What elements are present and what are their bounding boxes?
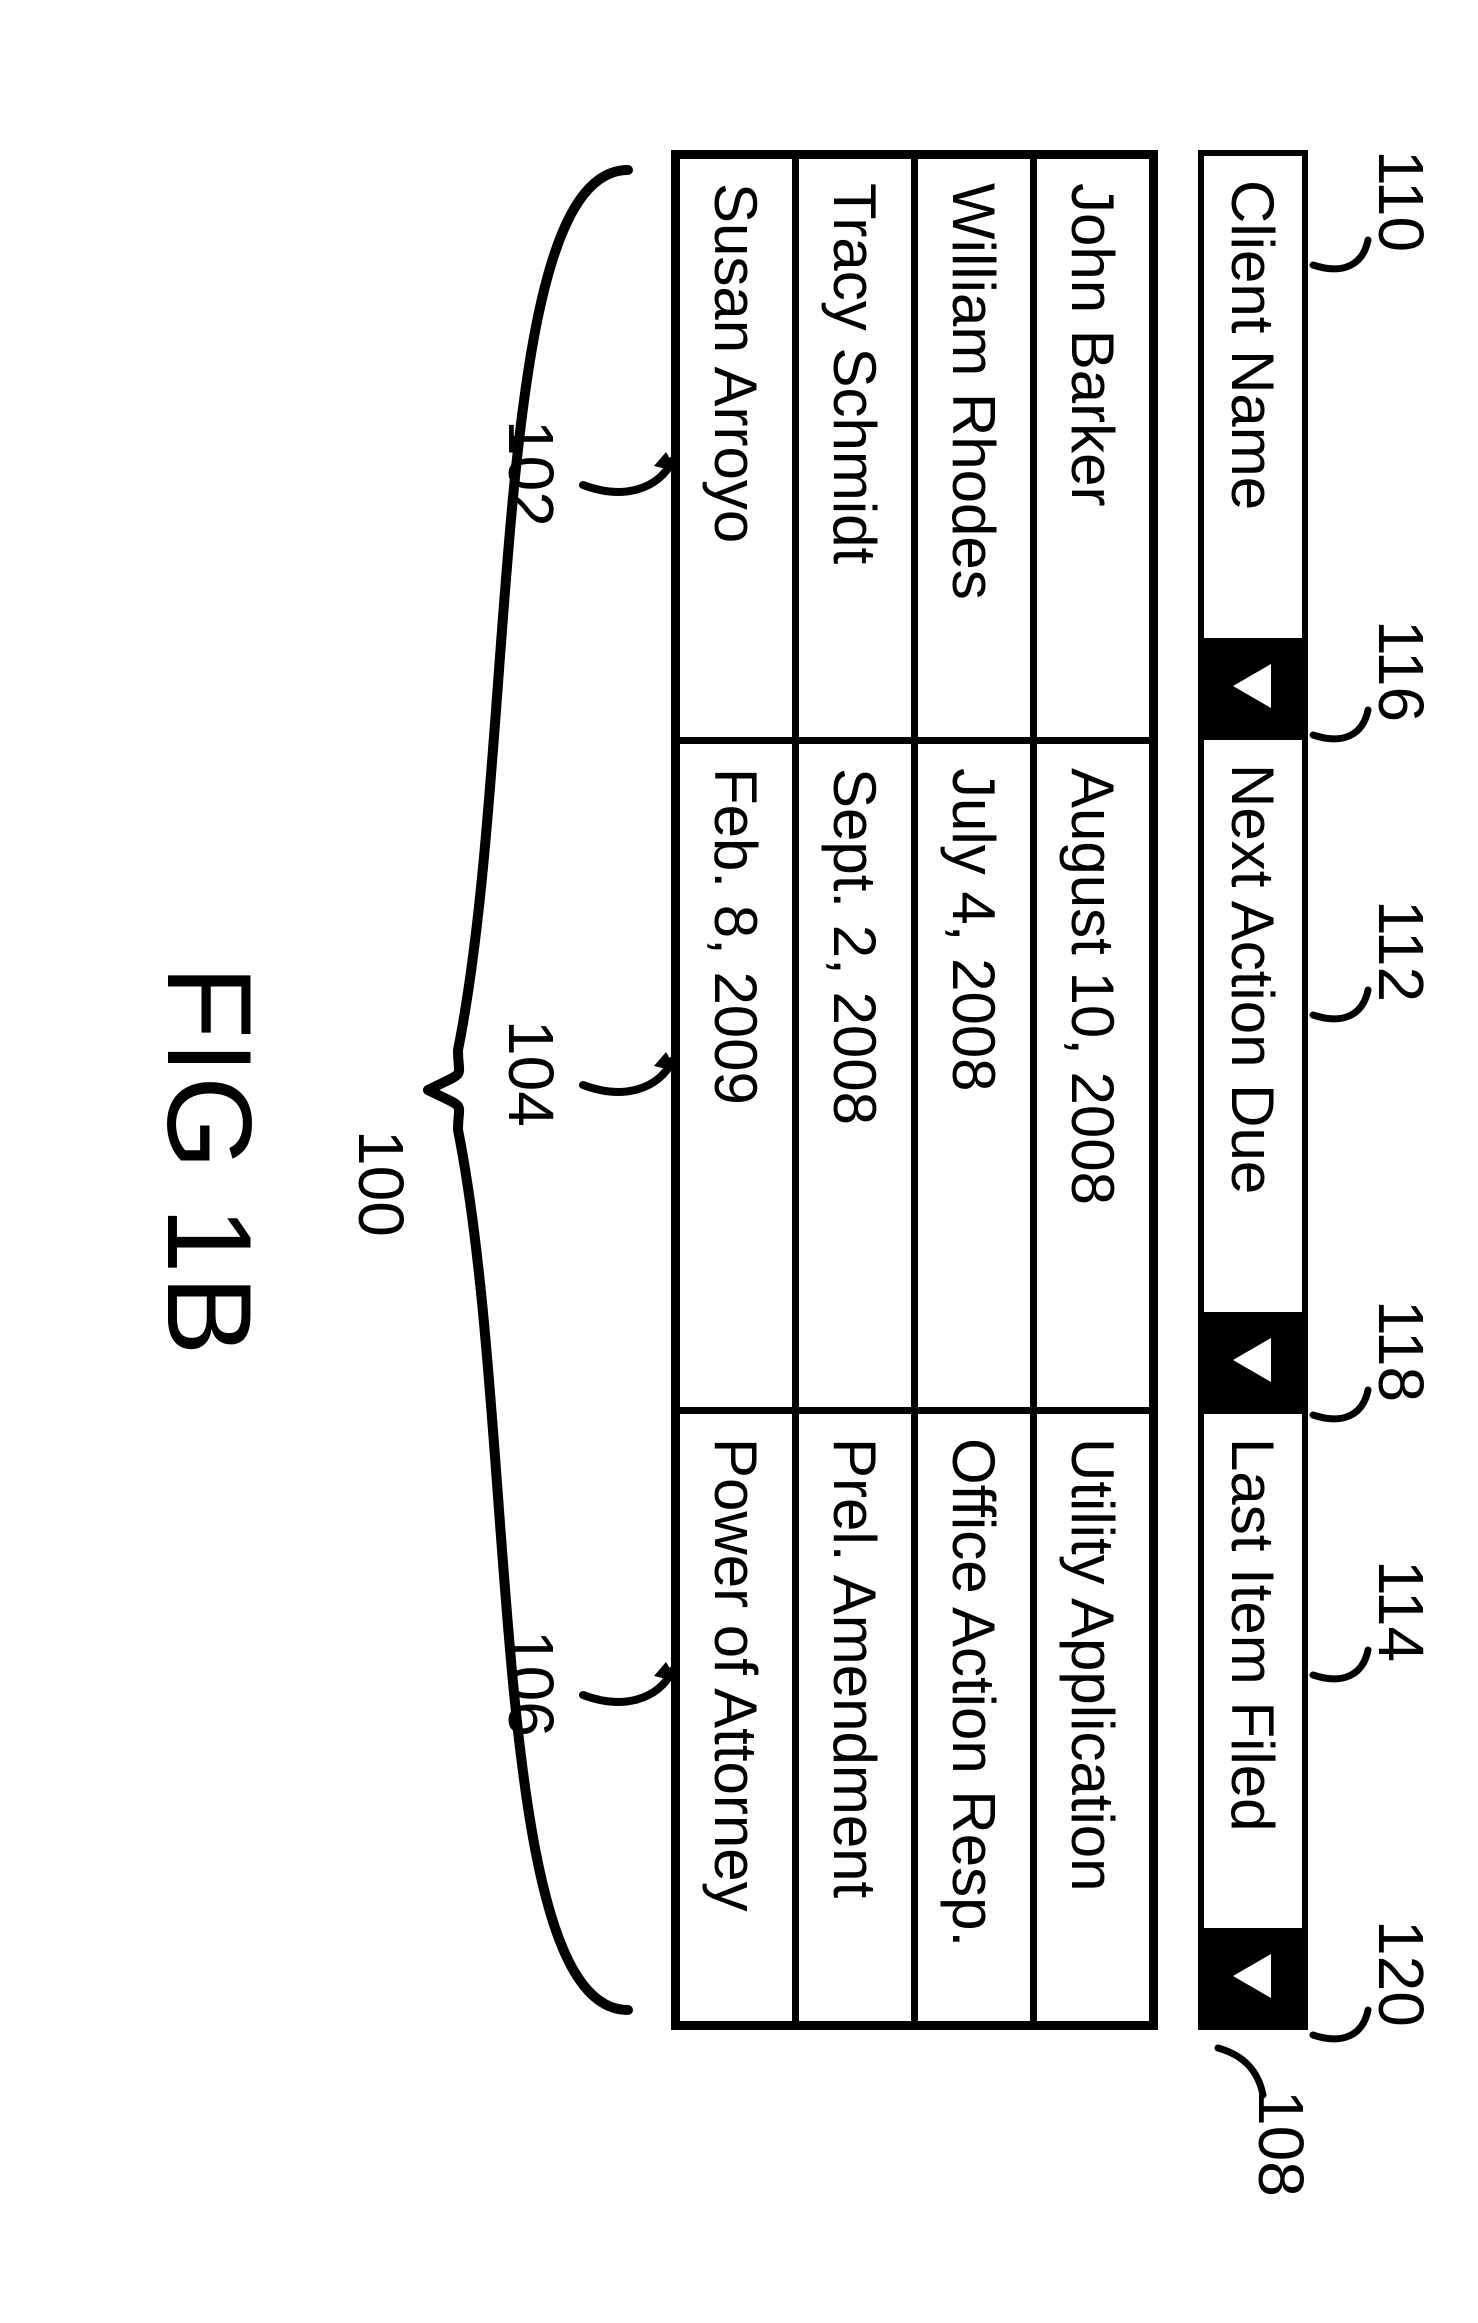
- header-last-item-filed-label: Last Item Filed: [1219, 1438, 1288, 1832]
- cell-next-action-due: July 4, 2008: [918, 737, 1030, 1407]
- ref-116: 116: [1364, 620, 1438, 722]
- cell-client-name: Susan Arroyo: [680, 159, 792, 737]
- header-client-name[interactable]: Client Name: [1198, 150, 1308, 740]
- cell-last-item-filed: Prel. Amendment: [799, 1407, 911, 2021]
- ref-114: 114: [1364, 1560, 1438, 1662]
- ref-108: 108: [1244, 2090, 1318, 2197]
- curly-brace: [408, 150, 668, 2030]
- triangle-down-icon: [1225, 1332, 1281, 1388]
- table-header-row: Client Name Next Action Due Last Item Fi…: [1198, 150, 1308, 2030]
- cell-last-item-filed: Office Action Resp.: [918, 1407, 1030, 2021]
- ref-118: 118: [1364, 1300, 1438, 1402]
- cell-client-name: John Barker: [1037, 159, 1149, 737]
- cell-next-action-due: Feb. 8, 2009: [680, 737, 792, 1407]
- cell-last-item-filed: Utility Application: [1037, 1407, 1149, 2021]
- ref-112: 112: [1364, 900, 1438, 1002]
- header-next-action-due-label: Next Action Due: [1219, 764, 1288, 1194]
- cell-next-action-due: August 10, 2008: [1037, 737, 1149, 1407]
- triangle-down-icon: [1225, 1948, 1281, 2004]
- table-row: William Rhodes July 4, 2008 Office Actio…: [918, 159, 1037, 2021]
- header-client-name-label: Client Name: [1219, 180, 1288, 510]
- ref-120: 120: [1364, 1920, 1438, 2027]
- sort-button-last-item-filed[interactable]: [1204, 1928, 1302, 2024]
- cell-client-name: William Rhodes: [918, 159, 1030, 737]
- cell-last-item-filed: Power of Attorney: [680, 1407, 792, 2021]
- ref-110: 110: [1364, 150, 1438, 252]
- ref-100: 100: [344, 1130, 418, 1237]
- cell-client-name: Tracy Schmidt: [799, 159, 911, 737]
- data-table: John Barker August 10, 2008 Utility Appl…: [671, 150, 1158, 2030]
- header-last-item-filed[interactable]: Last Item Filed: [1198, 1408, 1308, 2030]
- table-row: Tracy Schmidt Sept. 2, 2008 Prel. Amendm…: [799, 159, 918, 2021]
- figure-1b: 110 116 112 118 114 120 108: [0, 0, 1478, 2323]
- table-row: Susan Arroyo Feb. 8, 2009 Power of Attor…: [680, 159, 799, 2021]
- header-next-action-due[interactable]: Next Action Due: [1198, 734, 1308, 1414]
- figure-label: FIG 1B: [140, 0, 278, 2323]
- table-row: John Barker August 10, 2008 Utility Appl…: [1037, 159, 1149, 2021]
- cell-next-action-due: Sept. 2, 2008: [799, 737, 911, 1407]
- sort-button-client-name[interactable]: [1204, 638, 1302, 734]
- triangle-down-icon: [1225, 658, 1281, 714]
- sort-button-next-action-due[interactable]: [1204, 1312, 1302, 1408]
